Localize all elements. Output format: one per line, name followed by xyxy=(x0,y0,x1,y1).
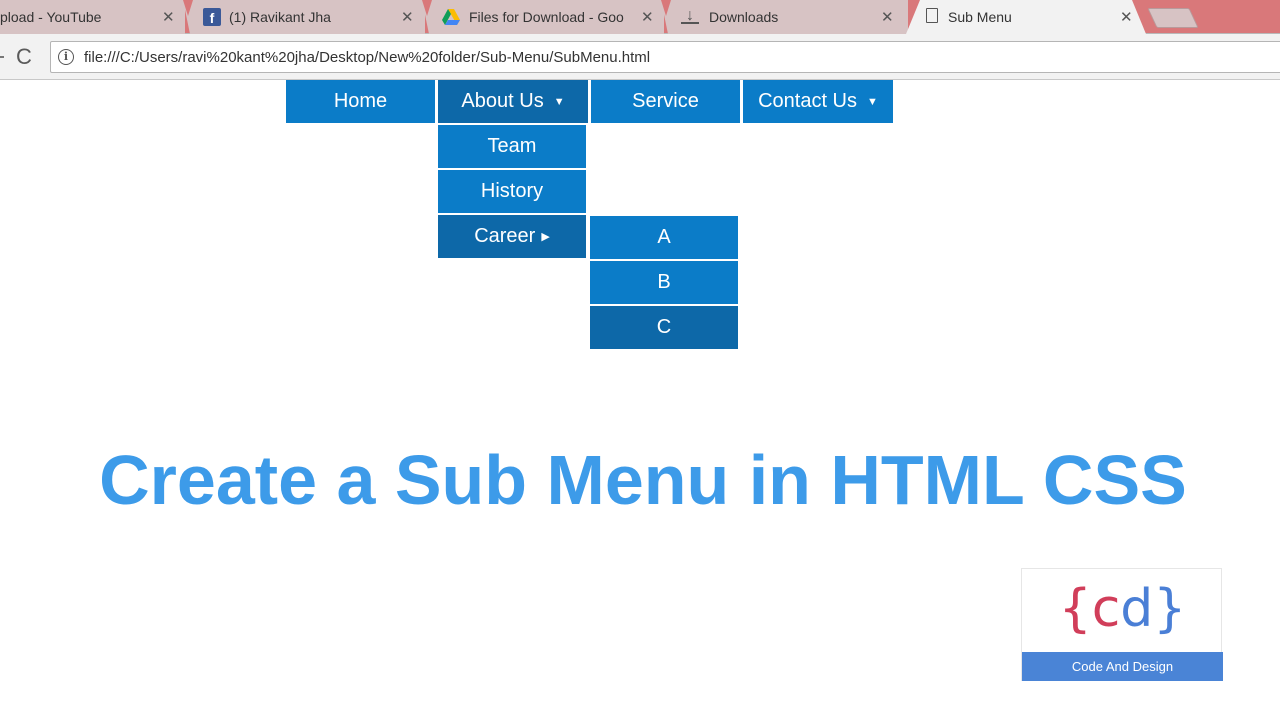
close-tab-icon[interactable]: ✕ xyxy=(162,8,175,26)
tab-title: (1) Ravikant Jha xyxy=(229,9,331,25)
nav-label: About Us xyxy=(461,90,544,112)
new-tab-button[interactable] xyxy=(1147,8,1199,28)
main-nav: Home About Us ▼ Service Contact Us ▼ xyxy=(286,80,896,123)
tab-title: Downloads xyxy=(709,9,779,25)
logo-letter-d: d xyxy=(1120,579,1154,639)
submenu-item-career[interactable]: Career ▶ xyxy=(438,215,586,258)
tab-facebook[interactable]: f (1) Ravikant Jha ✕ xyxy=(195,0,425,34)
tab-title: Files for Download - Goo xyxy=(469,9,624,25)
logo-open-brace: { xyxy=(1058,579,1092,639)
caret-down-icon: ▼ xyxy=(867,95,878,108)
logo-close-brace: } xyxy=(1153,579,1187,639)
facebook-icon: f xyxy=(203,8,221,26)
submenu-item-a[interactable]: A xyxy=(590,216,738,259)
caret-right-icon: ▶ xyxy=(541,231,550,243)
page-content: Home About Us ▼ Service Contact Us ▼ Tea… xyxy=(0,80,1280,720)
submenu-item-history[interactable]: History xyxy=(438,170,586,213)
close-tab-icon[interactable]: ✕ xyxy=(1120,8,1133,26)
tab-sub-menu[interactable]: Sub Menu ✕ xyxy=(906,0,1146,34)
tab-youtube[interactable]: pload - YouTube ✕ xyxy=(0,0,185,34)
reload-icon[interactable]: C xyxy=(16,44,32,70)
nav-label: Home xyxy=(333,90,388,112)
nav-label: Service xyxy=(632,90,699,112)
close-tab-icon[interactable]: ✕ xyxy=(401,8,414,26)
nav-item-contact-us[interactable]: Contact Us ▼ xyxy=(743,80,893,123)
submenu-label: History xyxy=(480,180,544,202)
career-submenu: A B C xyxy=(590,216,738,351)
address-bar[interactable]: i file:///C:/Users/ravi%20kant%20jha/Des… xyxy=(50,41,1280,73)
submenu-label: Team xyxy=(487,135,537,157)
google-drive-icon xyxy=(442,9,460,25)
browser-toolbar: C i file:///C:/Users/ravi%20kant%20jha/D… xyxy=(0,34,1280,80)
submenu-item-team[interactable]: Team xyxy=(438,125,586,168)
about-submenu: Team History Career ▶ xyxy=(438,125,586,260)
submenu-label: C xyxy=(656,316,672,338)
tab-downloads[interactable]: ↓ Downloads ✕ xyxy=(673,0,908,34)
caret-down-icon: ▼ xyxy=(553,95,565,108)
submenu-item-c[interactable]: C xyxy=(590,306,738,349)
back-button[interactable] xyxy=(0,56,4,58)
logo-mark-icon: {cd} xyxy=(1022,579,1223,639)
info-icon[interactable]: i xyxy=(58,49,74,65)
url-text[interactable]: file:///C:/Users/ravi%20kant%20jha/Deskt… xyxy=(84,49,650,66)
close-tab-icon[interactable]: ✕ xyxy=(641,8,654,26)
nav-item-home[interactable]: Home xyxy=(286,80,435,123)
close-tab-icon[interactable]: ✕ xyxy=(881,8,894,26)
download-icon: ↓ xyxy=(681,8,699,24)
nav-label: Contact Us xyxy=(758,90,858,112)
headline-title: Create a Sub Menu in HTML CSS xyxy=(99,441,1187,519)
tab-title: pload - YouTube xyxy=(0,9,102,25)
submenu-item-b[interactable]: B xyxy=(590,261,738,304)
code-and-design-logo: {cd} Code And Design xyxy=(1021,568,1223,681)
submenu-label: Career xyxy=(474,225,536,247)
nav-item-about-us[interactable]: About Us ▼ xyxy=(438,80,588,123)
tab-strip: pload - YouTube ✕ f (1) Ravikant Jha ✕ F… xyxy=(0,0,1280,34)
logo-letter-c: c xyxy=(1091,579,1121,639)
tab-google-drive[interactable]: Files for Download - Goo ✕ xyxy=(434,0,664,34)
submenu-label: B xyxy=(657,271,671,293)
nav-item-service[interactable]: Service xyxy=(591,80,740,123)
logo-caption: Code And Design xyxy=(1022,652,1223,681)
tab-title: Sub Menu xyxy=(948,9,1012,25)
submenu-label: A xyxy=(657,226,671,248)
page-icon xyxy=(926,8,938,23)
